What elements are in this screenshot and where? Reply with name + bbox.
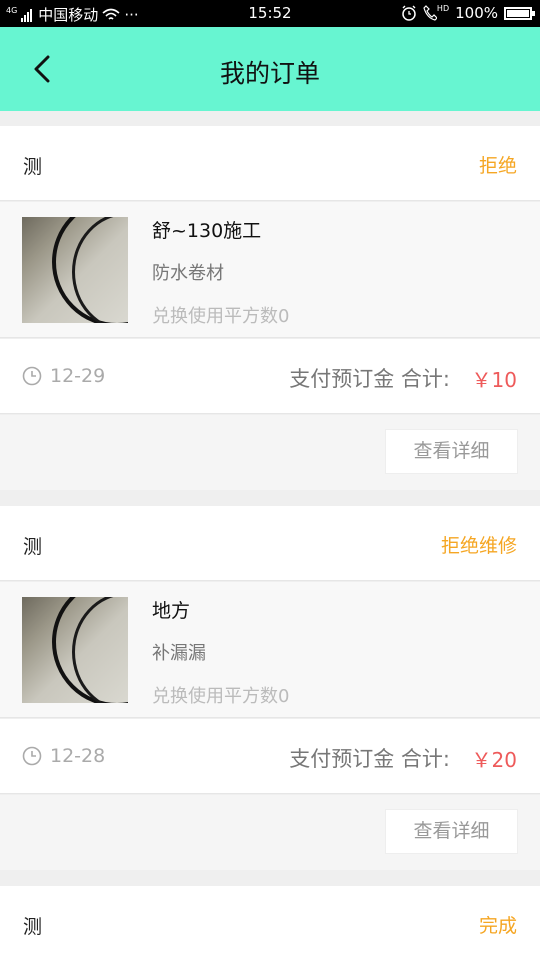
- order-footer: 查看详细: [0, 795, 540, 870]
- order-total: ￥20: [471, 748, 517, 772]
- clock-icon: [22, 746, 42, 766]
- product-thumbnail: [22, 217, 128, 323]
- order-summary: 12-29 支付预订金 合计: ￥10: [0, 339, 540, 414]
- order-status: 拒绝: [478, 155, 517, 177]
- order-date: 12-28: [50, 745, 106, 767]
- exchange-area: 兑换使用平方数0: [152, 686, 290, 707]
- order-name: 测: [23, 916, 43, 938]
- product-title: 地方: [152, 600, 191, 622]
- battery-percent: 100%: [455, 4, 498, 22]
- order-name: 测: [23, 536, 43, 558]
- hd-label: HD: [436, 3, 450, 13]
- product-thumbnail: [22, 597, 128, 703]
- order-footer: 查看详细: [0, 415, 540, 490]
- order-header: 测 拒绝: [0, 126, 540, 201]
- order-header: 测 完成: [0, 886, 540, 960]
- order-product[interactable]: 舒~130施工 防水卷材 兑换使用平方数0: [0, 202, 540, 338]
- phone-hd-icon: [423, 5, 437, 21]
- order-date: 12-29: [50, 365, 106, 387]
- alarm-icon: [402, 5, 416, 21]
- view-details-button[interactable]: 查看详细: [385, 429, 518, 474]
- exchange-area: 兑换使用平方数0: [152, 306, 290, 327]
- app-header: 我的订单: [0, 27, 540, 111]
- order-header: 测 拒绝维修: [0, 506, 540, 581]
- order-name: 测: [23, 156, 43, 178]
- order-status: 完成: [478, 915, 517, 937]
- order-product[interactable]: 地方 补漏漏 兑换使用平方数0: [0, 582, 540, 718]
- total-label: 支付预订金 合计:: [289, 367, 450, 391]
- order-status: 拒绝维修: [440, 535, 517, 557]
- product-title: 舒~130施工: [152, 220, 262, 242]
- battery-icon: [504, 6, 535, 20]
- page-title: 我的订单: [219, 59, 320, 88]
- clock-icon: [22, 366, 42, 386]
- view-details-button[interactable]: 查看详细: [385, 809, 518, 854]
- status-bar: 4G 中国移动 ··· 15:52 HD 100%: [0, 0, 540, 27]
- product-category: 防水卷材: [152, 263, 224, 284]
- order-total: ￥10: [471, 368, 517, 392]
- total-label: 支付预订金 合计:: [289, 747, 450, 771]
- product-category: 补漏漏: [152, 643, 206, 664]
- order-summary: 12-28 支付预订金 合计: ￥20: [0, 719, 540, 794]
